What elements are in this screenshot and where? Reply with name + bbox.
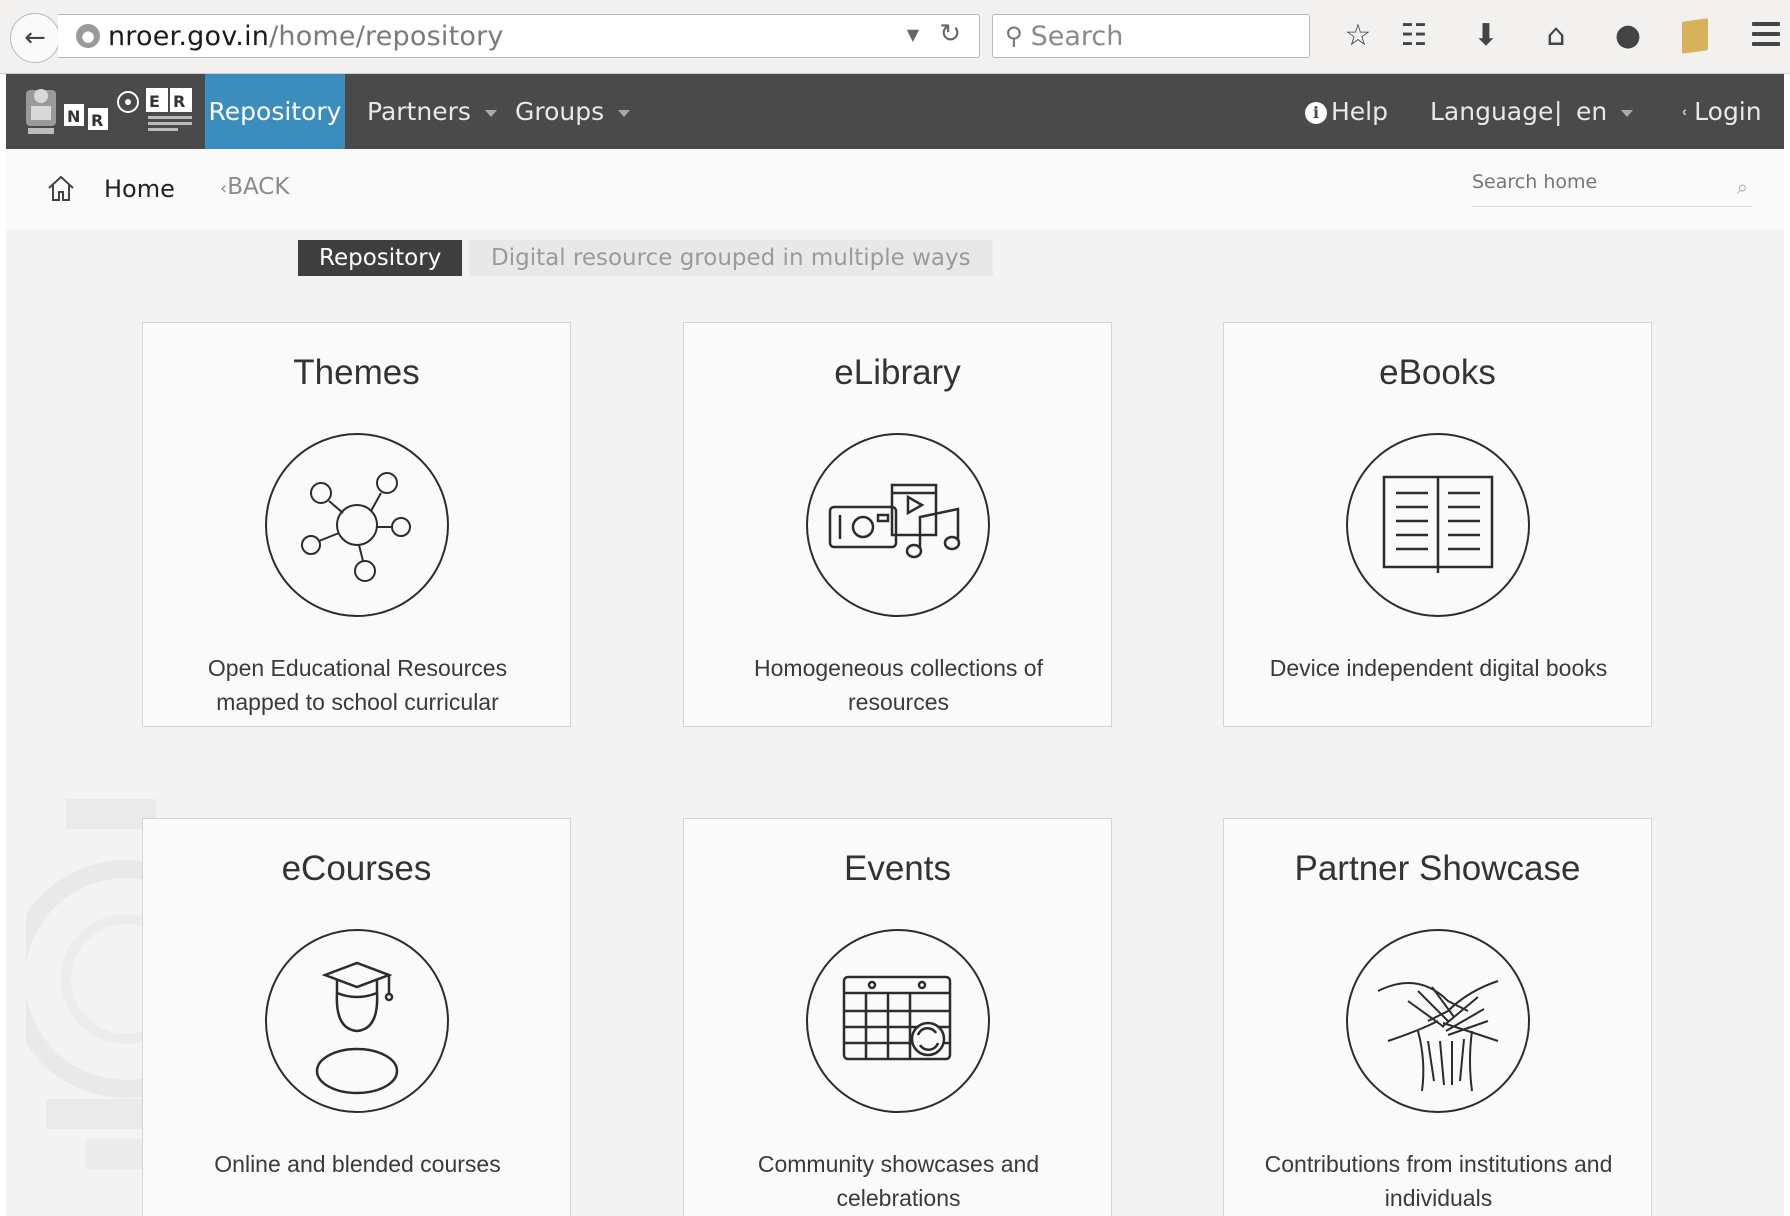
chevron-down-icon (484, 109, 497, 117)
nav-login-label: Login (1694, 97, 1762, 126)
language-value: en (1576, 97, 1608, 126)
search-home-field[interactable]: ⌕ (1472, 171, 1752, 207)
chevron-down-icon (618, 109, 631, 117)
card-title: eCourses (281, 849, 432, 888)
nav-repository-label: Repository (208, 97, 342, 126)
logo-letter-r2: R (173, 92, 185, 111)
reload-icon[interactable]: ↻ (939, 19, 961, 49)
graduate-icon (265, 929, 449, 1113)
network-icon (265, 433, 449, 617)
card-title: Events (844, 849, 951, 888)
calendar-icon (806, 929, 990, 1113)
logo-letter-r: R (91, 111, 103, 130)
search-icon[interactable]: ⌕ (1737, 175, 1748, 199)
card-desc-line2: resources (848, 689, 949, 715)
card-desc-line1: Community showcases and (757, 1151, 1040, 1177)
card-ebooks[interactable]: eBooks Device independent digital books (1223, 322, 1652, 727)
card-events[interactable]: Events Community showcases and celebrati… (683, 818, 1112, 1216)
star-icon[interactable]: ☆ (1340, 18, 1376, 53)
nav-language-label: Language (1430, 97, 1554, 126)
logo-letter-e: E (149, 92, 160, 111)
media-icon (806, 433, 990, 617)
card-description: Homogeneous collections of resources (714, 651, 1083, 719)
main-content: Repository Digital resource grouped in m… (6, 229, 1784, 1216)
site-navbar: N R E R Repository Partners Groups i Help… (6, 74, 1784, 149)
nav-login[interactable]: ˓ Login (1682, 74, 1762, 149)
card-ecourses[interactable]: eCourses Online and blended courses (142, 818, 571, 1216)
breadcrumb-home[interactable]: Home (104, 175, 175, 203)
card-title: eLibrary (834, 353, 961, 392)
back-link[interactable]: ‹BACK (220, 174, 289, 200)
nav-partners-label: Partners (367, 97, 471, 126)
card-desc-line2: individuals (1384, 1185, 1493, 1211)
card-elibrary[interactable]: eLibrary Homogeneous collections of reso… (683, 322, 1112, 727)
chat-icon[interactable]: ● (1610, 18, 1646, 53)
card-description: Device independent digital books (1254, 651, 1623, 685)
open-book-icon (1346, 433, 1530, 617)
search-home-input[interactable] (1472, 171, 1712, 193)
bookmark-icon[interactable] (1682, 18, 1708, 54)
card-desc-line1: Contributions from institutions and (1264, 1151, 1613, 1177)
card-title: eBooks (1379, 353, 1496, 392)
nav-groups[interactable]: Groups (515, 74, 631, 149)
home-browser-icon[interactable]: ⌂ (1538, 18, 1574, 53)
card-title: Partner Showcase (1294, 849, 1581, 888)
address-bar[interactable]: ● nroer.gov.in/home/repository ▼ ↻ (58, 14, 980, 58)
nav-repository[interactable]: Repository (205, 74, 345, 149)
card-title: Themes (293, 353, 420, 392)
section-subtitle: Digital resource grouped in multiple way… (469, 240, 993, 276)
nav-partners[interactable]: Partners (367, 74, 497, 149)
card-desc-line1: Online and blended courses (214, 1151, 501, 1177)
card-description: Community showcases and celebrations (714, 1147, 1083, 1215)
card-description: Open Educational Resources mapped to sch… (173, 651, 542, 719)
browser-back-button[interactable]: ← (10, 13, 60, 63)
card-desc-line2: mapped to school curricular (216, 689, 499, 715)
card-desc-line2: celebrations (836, 1185, 961, 1211)
browser-search-placeholder: Search (1030, 20, 1124, 52)
download-icon[interactable]: ⬇ (1468, 18, 1504, 53)
url-dropdown-icon[interactable]: ▼ (907, 25, 919, 44)
nroer-logo[interactable]: N R E R (20, 80, 215, 144)
nav-language-select[interactable]: en (1576, 74, 1634, 149)
chevron-down-icon (1621, 109, 1634, 117)
card-partner-showcase[interactable]: Partner Showcase Contributions from inst… (1223, 818, 1652, 1216)
card-description: Contributions from institutions and indi… (1254, 1147, 1623, 1215)
nav-groups-label: Groups (515, 97, 605, 126)
section-badge: Repository (298, 240, 463, 276)
card-desc-line1: Homogeneous collections of (754, 655, 1043, 681)
key-icon: ˓ (1682, 101, 1689, 125)
url-text: nroer.gov.in/home/repository (108, 21, 504, 52)
card-description: Online and blended courses (173, 1147, 542, 1181)
joined-hands-icon (1346, 929, 1530, 1113)
url-host: nroer.gov.in (108, 20, 270, 52)
browser-search-box[interactable]: ⚲ Search (992, 14, 1310, 58)
nav-help[interactable]: i Help (1305, 74, 1388, 149)
card-desc-line1: Open Educational Resources (207, 655, 508, 681)
browser-toolbar: ← ● nroer.gov.in/home/repository ▼ ↻ ⚲ S… (0, 0, 1790, 74)
card-themes[interactable]: Themes Open Educational Resources mapped… (142, 322, 571, 727)
search-icon: ⚲ (1005, 22, 1023, 50)
nav-divider: | (1554, 97, 1563, 126)
globe-icon: ● (76, 24, 100, 48)
nav-help-label: Help (1331, 97, 1388, 126)
hamburger-menu-icon[interactable] (1752, 22, 1780, 52)
card-desc-line1: Device independent digital books (1269, 655, 1608, 681)
reading-list-icon[interactable]: ☷ (1396, 18, 1432, 53)
logo-letter-n: N (67, 107, 80, 126)
home-icon[interactable] (46, 173, 76, 203)
back-label: BACK (227, 174, 290, 200)
breadcrumb: Home ‹BACK ⌕ (6, 149, 1784, 229)
info-icon: i (1305, 102, 1327, 124)
arrow-left-icon: ← (24, 23, 46, 53)
url-path: /home/repository (269, 20, 504, 52)
